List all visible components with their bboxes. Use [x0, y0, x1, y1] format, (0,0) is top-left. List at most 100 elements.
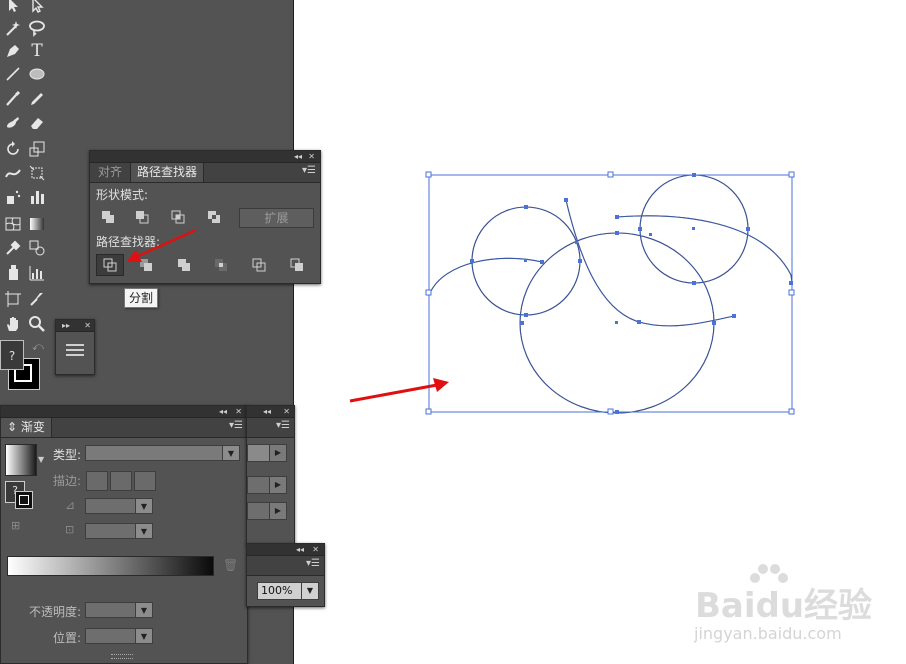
resize-grip[interactable]: [111, 654, 133, 659]
mesh-icon[interactable]: [2, 213, 24, 235]
annotation-arrow-divide: [126, 228, 197, 262]
handle-top-left: [425, 171, 432, 178]
type-label: 类型:: [53, 448, 82, 462]
background-field-3[interactable]: ▶: [247, 502, 287, 520]
eyedropper-icon[interactable]: [2, 237, 24, 259]
eraser-icon[interactable]: [26, 112, 48, 134]
slice-icon[interactable]: [26, 288, 48, 310]
gradient-slider[interactable]: [7, 556, 214, 576]
close-background-icon[interactable]: ✕: [283, 406, 290, 417]
zoom-value: 100%: [261, 584, 293, 597]
type-icon[interactable]: T: [26, 40, 48, 62]
artboard: [293, 0, 906, 664]
magic-wand-icon[interactable]: [2, 17, 24, 39]
pen-icon[interactable]: [2, 40, 24, 62]
expand-button[interactable]: 扩展: [239, 208, 314, 228]
swap-colors-icon[interactable]: ⤺: [32, 340, 44, 354]
paw-logo-icon: [745, 562, 795, 588]
stroke-along-icon[interactable]: [110, 471, 132, 491]
tab-gradient[interactable]: ⇕ 渐变: [0, 418, 52, 437]
layers-icon[interactable]: ⊞: [11, 519, 20, 532]
stroke-across-icon[interactable]: [134, 471, 156, 491]
collapse-zoom-icon[interactable]: ◂◂: [296, 544, 304, 555]
live-paint-icon[interactable]: [2, 262, 24, 284]
panel-menu-icon[interactable]: ▾☰: [302, 165, 316, 176]
symbol-sprayer-icon[interactable]: [2, 186, 24, 208]
collapsed-panel: ▸▸ ✕: [55, 319, 95, 375]
blend-icon[interactable]: [26, 237, 48, 259]
collapse-background-icon[interactable]: ◂◂: [263, 406, 271, 417]
collapse-panel-icon[interactable]: ◂◂: [294, 151, 302, 162]
exclude-button[interactable]: [202, 207, 226, 227]
background-field-2[interactable]: ▶: [247, 476, 287, 494]
collapse-gradient-icon[interactable]: ◂◂: [219, 406, 227, 417]
handle-bottom-left: [425, 408, 432, 415]
angle-field[interactable]: ▼: [85, 498, 153, 514]
selection-icon[interactable]: [2, 0, 24, 16]
aspect-ratio-icon: ⊡: [65, 523, 75, 536]
location-label: 位置:: [53, 631, 82, 645]
crop-button[interactable]: [209, 255, 233, 275]
divide-tooltip: 分割: [124, 288, 159, 308]
close-gradient-icon[interactable]: ✕: [235, 406, 242, 417]
artwork-canvas[interactable]: [294, 0, 906, 664]
help-button[interactable]: ?: [0, 340, 24, 370]
gradient-preset-arrow-icon[interactable]: ▼: [38, 455, 44, 464]
blob-brush-icon[interactable]: [2, 112, 24, 134]
zoom-menu-icon[interactable]: ▾☰: [306, 558, 320, 569]
lasso-icon[interactable]: [26, 17, 48, 39]
angle-icon: ⊿: [65, 498, 76, 512]
zoom-field[interactable]: 100% ▼: [257, 582, 319, 600]
intersect-button[interactable]: [166, 207, 190, 227]
gradient-preview-swatch[interactable]: [5, 444, 37, 476]
handle-top-right: [788, 171, 795, 178]
ellipse-icon[interactable]: [26, 63, 48, 85]
opacity-label: 不透明度:: [29, 605, 82, 619]
gradient-icon[interactable]: [26, 213, 48, 235]
handle-middle-right: [788, 289, 795, 296]
paintbrush-icon[interactable]: [2, 88, 24, 110]
line-icon[interactable]: [2, 63, 24, 85]
warp-icon[interactable]: [2, 162, 24, 184]
rotate-icon[interactable]: [2, 138, 24, 160]
stroke-label: 描边:: [53, 474, 82, 488]
zoom-icon[interactable]: [26, 313, 48, 335]
right-arc-path: [616, 215, 793, 284]
watermark-url: jingyan.baidu.com: [694, 624, 842, 643]
unite-button[interactable]: [96, 207, 120, 227]
artboard-icon[interactable]: [2, 288, 24, 310]
aspect-ratio-field[interactable]: ▼: [85, 523, 153, 539]
handle-bottom-right: [788, 408, 795, 415]
free-transform-icon[interactable]: [26, 162, 48, 184]
close-collapsed-icon[interactable]: ✕: [84, 320, 91, 331]
graph-icon[interactable]: [26, 186, 48, 208]
panel-menu-lines-icon[interactable]: [66, 344, 84, 358]
gradient-stroke-swatch[interactable]: [15, 491, 33, 509]
handle-middle-left: [425, 289, 432, 296]
pencil-icon[interactable]: [26, 88, 48, 110]
gradient-menu-icon[interactable]: ▾☰: [229, 420, 243, 431]
scale-icon[interactable]: [26, 138, 48, 160]
minus-front-button[interactable]: [130, 207, 154, 227]
close-panel-icon[interactable]: ✕: [308, 151, 315, 162]
tab-pathfinder[interactable]: 路径查找器: [130, 163, 205, 182]
s-curve-path: [565, 199, 735, 327]
stroke-within-icon[interactable]: [86, 471, 108, 491]
background-field-1[interactable]: ▶: [247, 444, 287, 462]
expand-panel-icon[interactable]: ▸▸: [62, 320, 70, 331]
close-zoom-icon[interactable]: ✕: [312, 544, 319, 555]
opacity-field[interactable]: ▼: [85, 602, 153, 618]
tab-align[interactable]: 对齐: [92, 163, 128, 182]
background-menu-icon[interactable]: ▾☰: [276, 420, 290, 431]
handle-bottom-center: [607, 408, 614, 415]
minus-back-button[interactable]: [285, 255, 309, 275]
type-dropdown[interactable]: ▼: [85, 445, 240, 461]
annotation-arrow-canvas: [349, 378, 449, 403]
location-field[interactable]: ▼: [85, 628, 153, 644]
delete-stop-icon[interactable]: 🗑: [223, 558, 238, 572]
column-graph-icon[interactable]: [26, 262, 48, 284]
hand-icon[interactable]: [2, 313, 24, 335]
shape-modes-label: 形状模式:: [96, 188, 149, 202]
direct-selection-icon[interactable]: [26, 0, 48, 16]
outline-button[interactable]: [247, 255, 271, 275]
